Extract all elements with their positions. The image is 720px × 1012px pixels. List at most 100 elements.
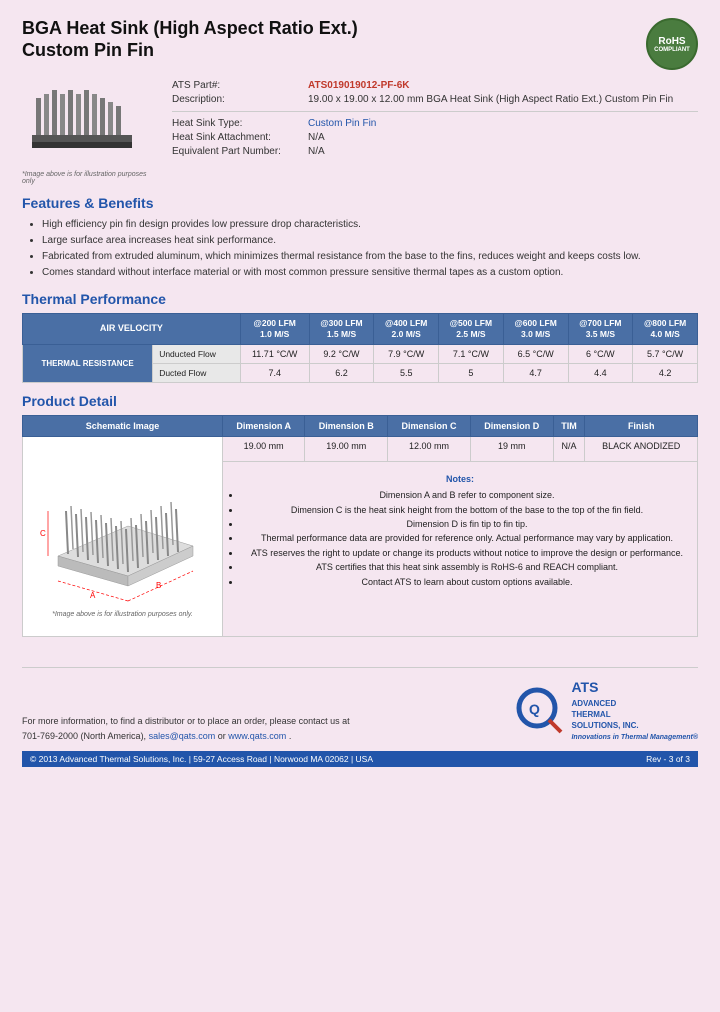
ducted-600: 4.7 [503, 364, 568, 383]
product-detail-table: Schematic Image Dimension A Dimension B … [22, 415, 698, 637]
rohs-badge: RoHS COMPLIANT [646, 18, 698, 70]
product-image-area: *Image above is for illustration purpose… [22, 80, 152, 185]
ducted-700: 4.4 [568, 364, 633, 383]
feature-item-4: Comes standard without interface materia… [42, 265, 698, 281]
features-heading: Features & Benefits [22, 195, 698, 211]
feature-item-3: Fabricated from extruded aluminum, which… [42, 249, 698, 265]
ats-letters: ATS [571, 679, 598, 695]
page-header: BGA Heat Sink (High Aspect Ratio Ext.) C… [22, 18, 698, 70]
brand-line1: ADVANCED [571, 699, 616, 708]
footer-text: For more information, to find a distribu… [22, 714, 350, 743]
title-line2: Custom Pin Fin [22, 40, 154, 60]
divider [172, 111, 698, 112]
type-row: Heat Sink Type: Custom Pin Fin [172, 118, 698, 129]
schematic-image-cell: C A B *Image above is for illustration p… [23, 437, 223, 637]
schematic-svg: C A B [27, 441, 218, 611]
unducted-400: 7.9 °C/W [374, 345, 439, 364]
product-details: ATS Part#: ATS019019012-PF-6K Descriptio… [172, 80, 698, 185]
dim-a-value: 19.00 mm [223, 437, 305, 462]
unducted-200: 11.71 °C/W [240, 345, 309, 364]
schematic-diagram: C A B [38, 446, 208, 606]
attach-label: Heat Sink Attachment: [172, 132, 302, 143]
unducted-row: THERMAL RESISTANCE Unducted Flow 11.71 °… [23, 345, 698, 364]
col-dim-d: Dimension D [470, 416, 553, 437]
copyright-text: © 2013 Advanced Thermal Solutions, Inc. … [30, 754, 373, 764]
note-1: Dimension A and B refer to component siz… [241, 488, 693, 502]
note-7: Contact ATS to learn about custom option… [241, 575, 693, 589]
svg-text:B: B [156, 581, 161, 590]
part-value: ATS019019012-PF-6K [308, 80, 410, 91]
description-row: Description: 19.00 x 19.00 x 12.00 mm BG… [172, 94, 698, 105]
col-300: @300 LFM1.5 M/S [309, 314, 374, 345]
note-5: ATS reserves the right to update or chan… [241, 546, 693, 560]
contact-or: or [218, 731, 229, 741]
product-title: BGA Heat Sink (High Aspect Ratio Ext.) C… [22, 18, 358, 61]
type-value: Custom Pin Fin [308, 118, 376, 129]
ats-brand: ATS ADVANCED THERMAL SOLUTIONS, INC. Inn… [571, 678, 698, 743]
unducted-300: 9.2 °C/W [309, 345, 374, 364]
tim-value: N/A [553, 437, 585, 462]
ducted-500: 5 [439, 364, 504, 383]
ducted-200: 7.4 [240, 364, 309, 383]
title-line1: BGA Heat Sink (High Aspect Ratio Ext.) [22, 18, 358, 38]
ats-logo-area: Q ATS ADVANCED THERMAL SOLUTIONS, INC. I… [515, 678, 698, 743]
dim-b-value: 19.00 mm [305, 437, 388, 462]
svg-text:Q: Q [529, 701, 540, 717]
col-600: @600 LFM3.0 M/S [503, 314, 568, 345]
dim-values-row: C A B *Image above is for illustration p… [23, 437, 698, 462]
rohs-compliant: COMPLIANT [654, 47, 690, 53]
feature-item-2: Large surface area increases heat sink p… [42, 233, 698, 249]
svg-text:A: A [90, 591, 96, 600]
thermal-heading: Thermal Performance [22, 291, 698, 307]
col-tim: TIM [553, 416, 585, 437]
unducted-700: 6 °C/W [568, 345, 633, 364]
thermal-table: AIR VELOCITY @200 LFM1.0 M/S @300 LFM1.5… [22, 313, 698, 383]
contact-website: www.qats.com [228, 731, 286, 741]
svg-text:C: C [40, 529, 46, 538]
product-info-section: *Image above is for illustration purpose… [22, 80, 698, 185]
col-dim-c: Dimension C [388, 416, 471, 437]
feature-item-1: High efficiency pin fin design provides … [42, 217, 698, 233]
attachment-row: Heat Sink Attachment: N/A [172, 132, 698, 143]
footer: For more information, to find a distribu… [22, 667, 698, 767]
unducted-500: 7.1 °C/W [439, 345, 504, 364]
col-dim-a: Dimension A [223, 416, 305, 437]
ducted-300: 6.2 [309, 364, 374, 383]
desc-label: Description: [172, 94, 302, 105]
thermal-resistance-label: THERMAL RESISTANCE [23, 345, 153, 383]
unducted-600: 6.5 °C/W [503, 345, 568, 364]
ducted-label: Ducted Flow [153, 364, 241, 383]
unducted-label: Unducted Flow [153, 345, 241, 364]
ats-q-logo: Q [515, 686, 565, 736]
note-2: Dimension C is the heat sink height from… [241, 503, 693, 517]
note-6: ATS certifies that this heat sink assemb… [241, 560, 693, 574]
product-image [22, 80, 142, 165]
schematic-caption: *Image above is for illustration purpose… [27, 611, 218, 618]
equiv-label: Equivalent Part Number: [172, 146, 302, 157]
col-200: @200 LFM1.0 M/S [240, 314, 309, 345]
features-list: High efficiency pin fin design provides … [22, 217, 698, 281]
ducted-800: 4.2 [633, 364, 698, 383]
contact-line1: For more information, to find a distribu… [22, 716, 350, 726]
rohs-text: RoHS [658, 36, 685, 47]
dim-c-value: 12.00 mm [388, 437, 471, 462]
brand-tagline: Innovations in Thermal Management® [571, 734, 698, 741]
notes-section: Notes: Dimension A and B refer to compon… [227, 474, 693, 589]
contact-email: sales@qats.com [149, 731, 216, 741]
brand-line3: SOLUTIONS, INC. [571, 721, 638, 730]
equiv-value: N/A [308, 146, 325, 157]
page-number: Rev - 3 of 3 [646, 754, 690, 764]
dim-d-value: 19 mm [470, 437, 553, 462]
image-caption: *Image above is for illustration purpose… [22, 171, 152, 185]
type-label: Heat Sink Type: [172, 118, 302, 129]
part-label: ATS Part#: [172, 80, 302, 91]
contact-phone: 701-769-2000 (North America), [22, 731, 149, 741]
air-velocity-label: AIR VELOCITY [23, 314, 241, 345]
desc-value: 19.00 x 19.00 x 12.00 mm BGA Heat Sink (… [308, 94, 673, 105]
notes-cell: Notes: Dimension A and B refer to compon… [223, 462, 698, 637]
col-800: @800 LFM4.0 M/S [633, 314, 698, 345]
col-500: @500 LFM2.5 M/S [439, 314, 504, 345]
note-4: Thermal performance data are provided fo… [241, 531, 693, 545]
col-400: @400 LFM2.0 M/S [374, 314, 439, 345]
footer-content: For more information, to find a distribu… [22, 667, 698, 743]
